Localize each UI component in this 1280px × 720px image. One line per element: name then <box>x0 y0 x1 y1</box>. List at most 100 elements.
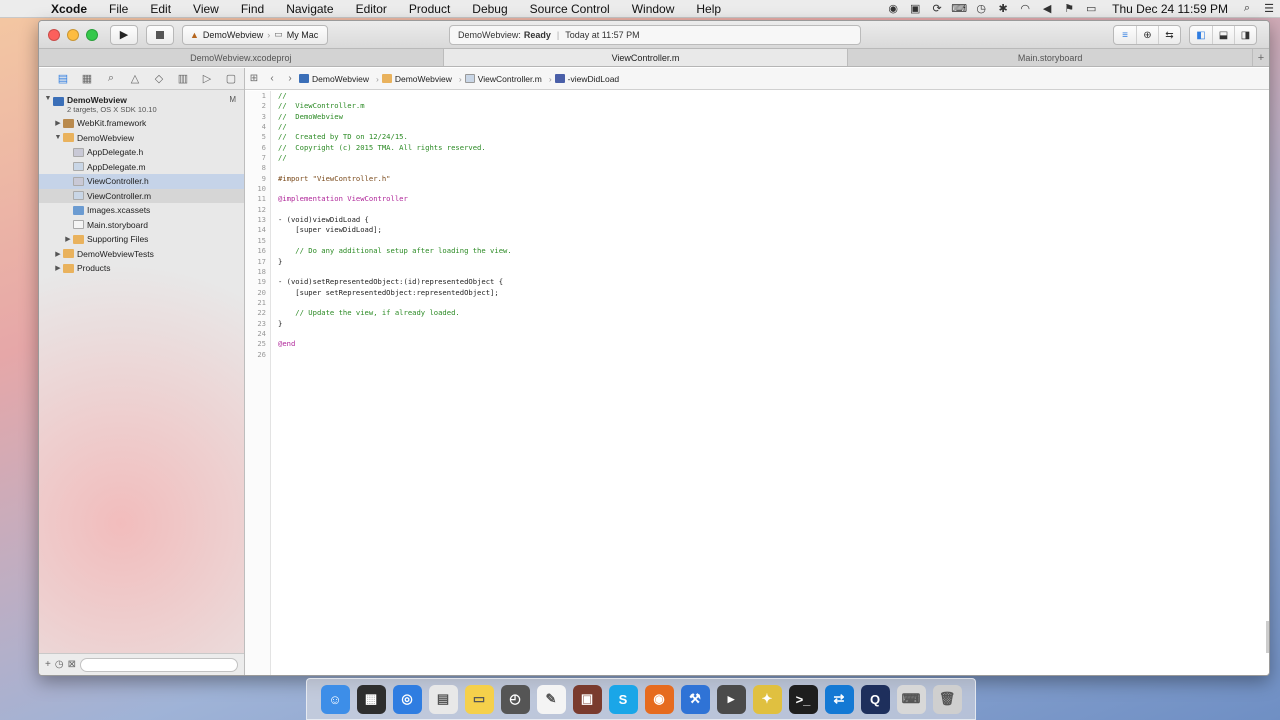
recent-files-icon[interactable]: ◷ <box>55 659 64 670</box>
code-line[interactable]: #import "ViewController.h" <box>278 174 1269 184</box>
sync-status-icon[interactable]: ⟳ <box>926 2 948 15</box>
code-line[interactable] <box>278 163 1269 173</box>
record-status-icon[interactable]: ◉ <box>882 2 904 15</box>
code-line[interactable]: // <box>278 153 1269 163</box>
navigator-item[interactable]: ▼ DemoWebview <box>39 131 244 146</box>
vertical-scrollbar[interactable] <box>1266 621 1269 653</box>
code-line[interactable]: - (void)setRepresentedObject:(id)represe… <box>278 277 1269 287</box>
navigator-item[interactable]: ▶ DemoWebviewTests <box>39 247 244 262</box>
version-editor-icon[interactable]: ⇆ <box>1158 26 1180 44</box>
stickies-icon[interactable]: ▭ <box>464 684 494 714</box>
menu-edit[interactable]: Edit <box>139 2 182 16</box>
code-line[interactable] <box>278 205 1269 215</box>
time-machine-status-icon[interactable]: ◷ <box>970 2 992 15</box>
menu-debug[interactable]: Debug <box>461 2 518 16</box>
navigator-item[interactable]: ViewController.m <box>39 188 244 203</box>
keyboard-icon[interactable]: ⌨ <box>896 684 926 714</box>
back-icon[interactable]: ‹ <box>263 73 281 84</box>
photo-booth-icon[interactable]: ▣ <box>572 684 602 714</box>
skype-icon[interactable]: S <box>608 684 638 714</box>
code-line[interactable] <box>278 329 1269 339</box>
project-navigator-icon[interactable]: ▤ <box>51 72 75 85</box>
code-line[interactable]: // Created by TD on 12/24/15. <box>278 132 1269 142</box>
code-line[interactable]: // ViewController.m <box>278 101 1269 111</box>
scm-filter-icon[interactable]: ⊠ <box>68 659 76 670</box>
menu-view[interactable]: View <box>182 2 230 16</box>
menu-find[interactable]: Find <box>230 2 275 16</box>
xcode-icon[interactable]: ⚒ <box>680 684 710 714</box>
test-navigator-icon[interactable]: ◇ <box>147 72 171 85</box>
zoom-window-button[interactable] <box>86 28 98 41</box>
utilities-toggle-icon[interactable]: ◨ <box>1234 26 1256 44</box>
disclosure-triangle-icon[interactable]: ▼ <box>53 134 63 141</box>
tab-main-storyboard[interactable]: Main.storyboard <box>848 49 1254 66</box>
breadcrumb-group[interactable]: DemoWebview <box>381 74 452 84</box>
navigator-item[interactable]: Images.xcassets <box>39 203 244 218</box>
disclosure-triangle-icon[interactable]: ▶ <box>53 250 63 258</box>
wifi-icon[interactable]: ◠ <box>1014 2 1036 15</box>
related-items-icon[interactable]: ⊞ <box>245 73 263 84</box>
teamviewer-icon[interactable]: ⇄ <box>824 684 854 714</box>
menu-editor[interactable]: Editor <box>345 2 398 16</box>
disclosure-triangle-icon[interactable]: ▶ <box>53 264 63 272</box>
code-line[interactable] <box>278 298 1269 308</box>
textedit-icon[interactable]: ✎ <box>536 684 566 714</box>
menu-clock[interactable]: Thu Dec 24 11:59 PM <box>1102 2 1236 16</box>
issue-navigator-icon[interactable]: △ <box>123 72 147 85</box>
code-line[interactable]: } <box>278 257 1269 267</box>
volume-icon[interactable]: ◀ <box>1036 2 1058 15</box>
menu-file[interactable]: File <box>98 2 139 16</box>
notification-center-icon[interactable]: ☰ <box>1258 2 1280 15</box>
forward-icon[interactable]: › <box>281 73 299 84</box>
menu-product[interactable]: Product <box>398 2 461 16</box>
navigator-item[interactable]: ▶ WebKit.framework <box>39 116 244 131</box>
flag-icon[interactable]: ⚑ <box>1058 2 1080 15</box>
navigator-item[interactable]: ▶ Supporting Files <box>39 232 244 247</box>
code-line[interactable] <box>278 350 1269 360</box>
code-line[interactable]: - (void)viewDidLoad { <box>278 215 1269 225</box>
close-window-button[interactable] <box>48 28 60 41</box>
code-area[interactable]: 1 2 3 4 5 6 7 8 9 10 11 12 13 14 15 16 17 18 19 20 21 22 23 24 2… <box>245 91 1269 675</box>
report-navigator-icon[interactable]: ▢ <box>219 72 243 85</box>
code-line[interactable]: [super viewDidLoad]; <box>278 225 1269 235</box>
breakpoint-navigator-icon[interactable]: ▷ <box>195 72 219 85</box>
finder-icon[interactable]: ☺ <box>320 684 350 714</box>
dashboard-icon[interactable]: ▦ <box>356 684 386 714</box>
dropbox-status-icon[interactable]: ▣ <box>904 2 926 15</box>
menu-navigate[interactable]: Navigate <box>275 2 344 16</box>
navigator-item[interactable]: AppDelegate.h <box>39 145 244 160</box>
breadcrumb-method[interactable]: -viewDidLoad <box>554 74 619 84</box>
bluetooth-icon[interactable]: ✱ <box>992 2 1014 15</box>
tab-xcodeproj[interactable]: DemoWebview.xcodeproj <box>39 49 444 66</box>
navigator-toggle-icon[interactable]: ◧ <box>1190 26 1212 44</box>
code-line[interactable]: // Copyright (c) 2015 TMA. All rights re… <box>278 143 1269 153</box>
assistant-editor-icon[interactable]: ⊕ <box>1136 26 1158 44</box>
menu-source-control[interactable]: Source Control <box>519 2 621 16</box>
standard-editor-icon[interactable]: ≡ <box>1114 26 1136 44</box>
run-button[interactable]: ▶ <box>110 24 138 45</box>
scheme-selector[interactable]: ▲ DemoWebview › ▭ My Mac <box>182 24 328 45</box>
add-tab-icon[interactable]: + <box>1253 49 1269 66</box>
code-line[interactable]: // <box>278 91 1269 101</box>
battery-icon[interactable]: ▭ <box>1080 2 1102 15</box>
terminal-icon[interactable]: >_ <box>788 684 818 714</box>
menu-window[interactable]: Window <box>621 2 686 16</box>
code-line[interactable] <box>278 184 1269 194</box>
code-line[interactable]: @implementation ViewController <box>278 194 1269 204</box>
code-line[interactable]: // <box>278 122 1269 132</box>
project-root[interactable]: ▼ DemoWebview 2 targets, OS X SDK 10.10 … <box>39 94 244 116</box>
disclosure-triangle-icon[interactable]: ▶ <box>53 119 63 127</box>
code-line[interactable]: } <box>278 319 1269 329</box>
navigator-item[interactable]: AppDelegate.m <box>39 160 244 175</box>
tab-viewcontroller-m[interactable]: ViewController.m <box>443 49 849 66</box>
disclosure-triangle-icon[interactable]: ▼ <box>43 95 53 102</box>
spotlight-icon[interactable]: ⌕ <box>1236 2 1258 15</box>
code-line[interactable] <box>278 267 1269 277</box>
safari-icon[interactable]: ◎ <box>392 684 422 714</box>
code-line[interactable] <box>278 236 1269 246</box>
quicktime-icon[interactable]: Q <box>860 684 890 714</box>
breadcrumb-file[interactable]: ViewController.m <box>464 74 542 84</box>
menu-help[interactable]: Help <box>685 2 732 16</box>
add-file-icon[interactable]: + <box>45 659 51 670</box>
navigator-item[interactable]: Main.storyboard <box>39 218 244 233</box>
